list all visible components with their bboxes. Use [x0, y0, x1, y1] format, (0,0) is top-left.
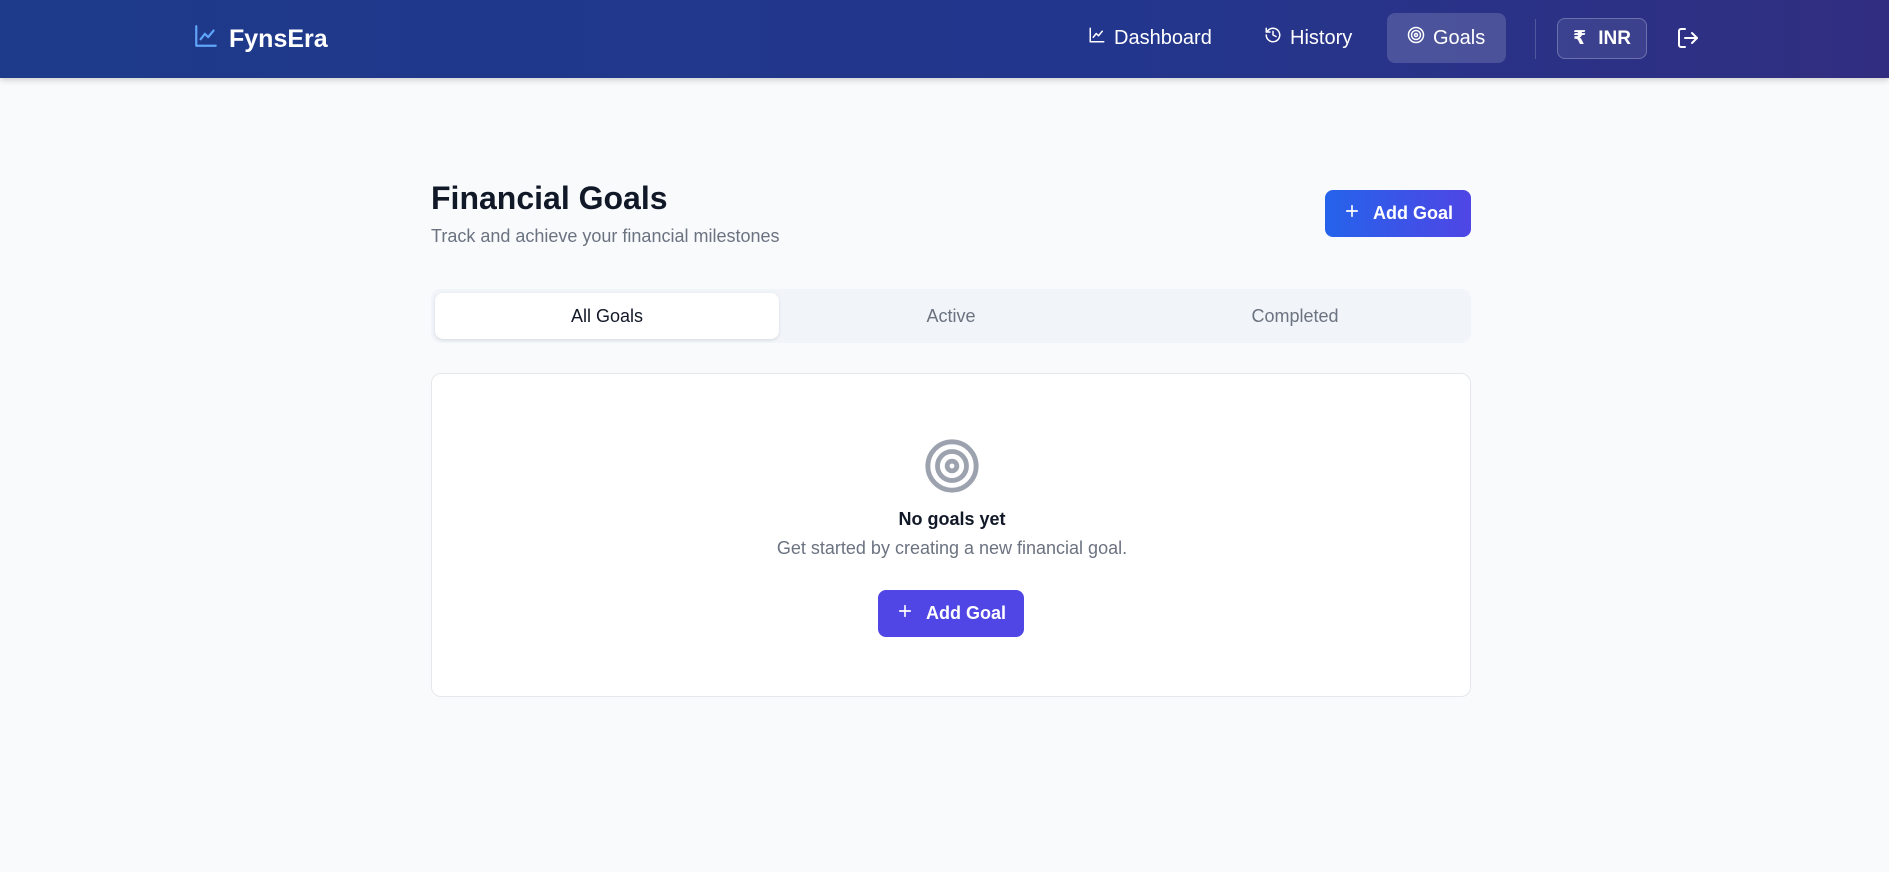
goal-filter-tabs: All Goals Active Completed	[431, 289, 1471, 343]
nav-history[interactable]: History	[1250, 13, 1382, 63]
nav-dashboard-label: Dashboard	[1114, 26, 1212, 49]
nav-dashboard[interactable]: Dashboard	[1070, 13, 1220, 63]
page-title: Financial Goals	[431, 180, 668, 216]
nav-goals[interactable]: Goals	[1387, 13, 1506, 63]
rupee-icon: ₹	[1573, 28, 1587, 49]
top-navigation-bar: FynsEra Dashboard History Goals ₹ INR	[0, 0, 1889, 78]
history-icon	[1264, 26, 1282, 50]
chart-icon	[1088, 26, 1106, 50]
tab-all-goals[interactable]: All Goals	[435, 293, 779, 339]
target-icon	[923, 437, 981, 495]
logout-icon	[1676, 28, 1700, 54]
currency-selector[interactable]: ₹ INR	[1557, 18, 1647, 59]
brand-name: FynsEra	[229, 24, 328, 53]
target-icon	[1407, 26, 1425, 50]
currency-code: INR	[1598, 27, 1631, 49]
nav-goals-label: Goals	[1433, 26, 1486, 49]
tab-active[interactable]: Active	[779, 293, 1123, 339]
plus-icon	[896, 602, 914, 625]
empty-state-title: No goals yet	[898, 509, 1006, 529]
logout-button[interactable]	[1676, 26, 1700, 50]
empty-state-description: Get started by creating a new financial …	[776, 538, 1128, 558]
empty-goals-card: No goals yet Get started by creating a n…	[431, 373, 1471, 697]
empty-add-goal-label: Add Goal	[926, 603, 1006, 623]
plus-icon	[1343, 202, 1361, 225]
brand-logo[interactable]: FynsEra	[193, 24, 328, 54]
line-chart-icon	[193, 23, 219, 56]
page-subtitle: Track and achieve your financial milesto…	[431, 226, 780, 246]
empty-add-goal-button[interactable]: Add Goal	[878, 590, 1024, 637]
tab-completed[interactable]: Completed	[1123, 293, 1467, 339]
nav-history-label: History	[1290, 26, 1353, 49]
add-goal-button[interactable]: Add Goal	[1325, 190, 1471, 237]
header-divider	[1535, 19, 1536, 59]
add-goal-label: Add Goal	[1373, 203, 1453, 223]
